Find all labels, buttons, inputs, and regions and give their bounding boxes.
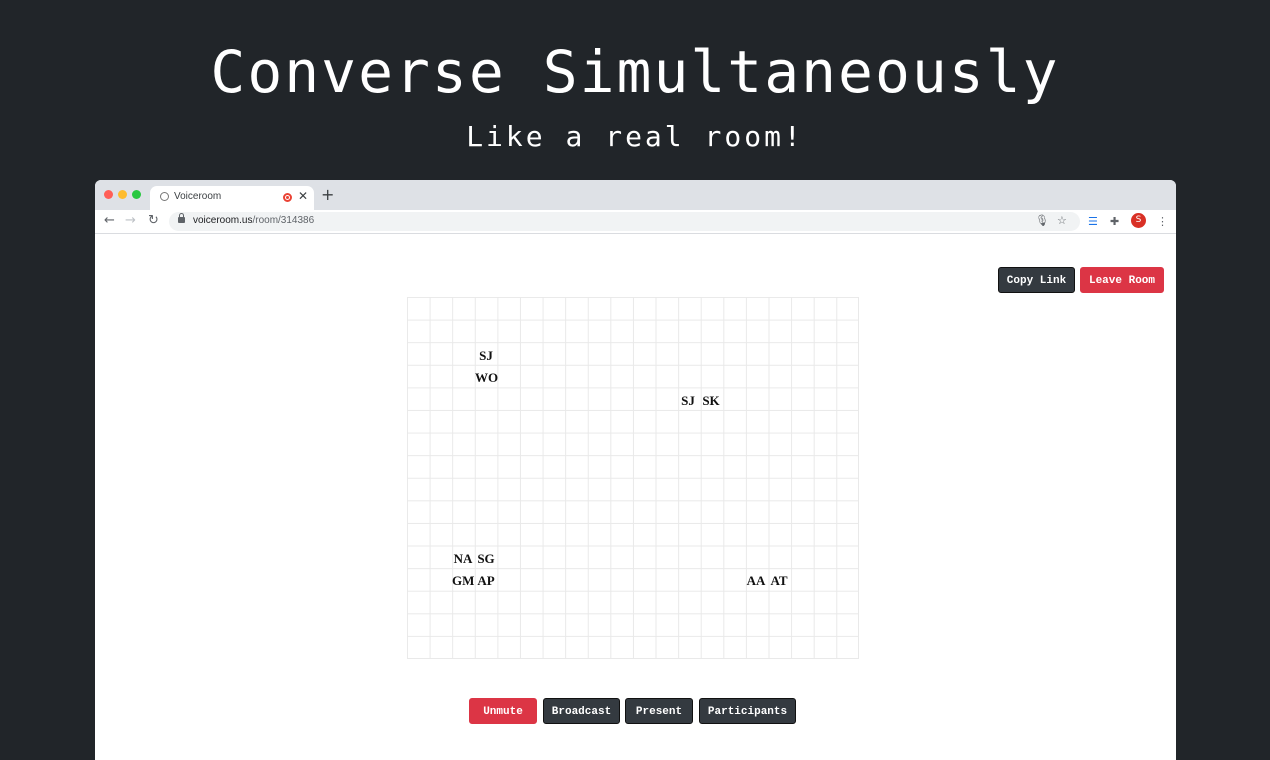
star-icon[interactable]: ☆ [1057, 214, 1067, 227]
close-window-button[interactable] [104, 190, 113, 199]
participant-avatar[interactable]: AP [475, 573, 497, 589]
puzzle-icon[interactable]: ✚ [1110, 215, 1119, 229]
minimize-window-button[interactable] [118, 190, 127, 199]
participant-avatar[interactable]: SJ [475, 348, 497, 364]
participant-avatar[interactable]: NA [452, 551, 474, 567]
participant-avatar[interactable]: SG [475, 551, 497, 567]
reload-icon[interactable]: ↻ [148, 213, 159, 229]
menu-kebab-icon[interactable]: ⋮ [1157, 215, 1168, 229]
participant-avatar[interactable]: AA [745, 573, 767, 589]
participants-button[interactable]: Participants [699, 698, 796, 724]
leave-room-button[interactable]: Leave Room [1080, 267, 1164, 293]
room-grid[interactable]: SJ WO SJ SK NA SG GM AP AA AT [407, 297, 859, 659]
lock-icon [178, 213, 185, 223]
microphone-icon[interactable]: 🎙 [1035, 214, 1049, 227]
new-tab-button[interactable]: + [321, 186, 334, 204]
recording-icon [283, 193, 292, 202]
profile-avatar[interactable]: S [1131, 213, 1146, 228]
hero-subtitle: Like a real room! [466, 120, 804, 153]
tab-voiceroom[interactable]: Voiceroom ✕ [150, 186, 314, 210]
unmute-button[interactable]: Unmute [469, 698, 537, 724]
participant-avatar[interactable]: SK [700, 393, 722, 409]
participant-avatar[interactable]: AT [768, 573, 790, 589]
url-text: voiceroom.us/room/314386 [193, 215, 315, 226]
forward-arrow-icon[interactable]: → [125, 213, 136, 229]
maximize-window-button[interactable] [132, 190, 141, 199]
participant-avatar[interactable]: WO [475, 370, 498, 386]
browser-toolbar: ← → ↻ voiceroom.us/room/314386 🎙 ☆ ☰ ✚ S… [95, 210, 1176, 234]
tab-title: Voiceroom [174, 191, 222, 202]
address-bar[interactable]: voiceroom.us/room/314386 🎙 ☆ [169, 212, 1080, 231]
favicon-icon [160, 192, 169, 201]
tab-strip: Voiceroom ✕ + [95, 180, 1176, 210]
participant-avatar[interactable]: SJ [677, 393, 699, 409]
back-arrow-icon[interactable]: ← [104, 213, 115, 229]
broadcast-button[interactable]: Broadcast [543, 698, 620, 724]
participant-avatar[interactable]: GM [452, 573, 474, 589]
hero-title: Converse Simultaneously [210, 38, 1060, 106]
copy-link-button[interactable]: Copy Link [998, 267, 1075, 293]
extension-icon[interactable]: ☰ [1088, 215, 1098, 229]
present-button[interactable]: Present [625, 698, 693, 724]
browser-window: Voiceroom ✕ + ← → ↻ voiceroom.us/room/31… [95, 180, 1176, 760]
close-icon[interactable]: ✕ [298, 189, 308, 203]
